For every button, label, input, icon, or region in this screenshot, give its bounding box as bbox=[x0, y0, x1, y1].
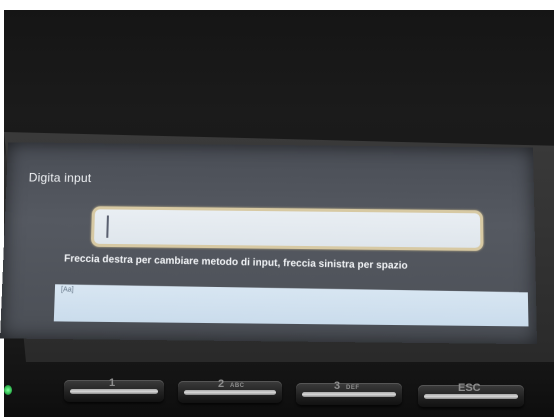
key-shine bbox=[302, 392, 396, 397]
key-3-sublabel: DEF bbox=[346, 385, 360, 391]
screen-title: Digita input bbox=[28, 170, 92, 186]
esc-button[interactable]: ESC bbox=[418, 382, 524, 407]
key-2-label: 2 bbox=[218, 378, 225, 390]
key-1-button[interactable]: 1 bbox=[64, 377, 164, 402]
text-cursor bbox=[106, 215, 109, 238]
key-3-label: 3 bbox=[334, 380, 341, 392]
input-mode-indicator: [Aa] bbox=[60, 286, 74, 294]
key-shine bbox=[424, 394, 518, 399]
text-input-field[interactable] bbox=[90, 206, 484, 251]
esc-key-label: ESC bbox=[458, 382, 481, 394]
key-2-button[interactable]: 2 ABC bbox=[178, 378, 282, 403]
key-3-button[interactable]: 3 DEF bbox=[296, 380, 402, 405]
key-2-sublabel: ABC bbox=[230, 383, 245, 389]
power-led-icon bbox=[4, 385, 12, 395]
input-mode-bar: [Aa] bbox=[54, 284, 529, 326]
key-1-label: 1 bbox=[109, 377, 116, 389]
device-photo: Digita input Freccia destra per cambiare… bbox=[0, 0, 554, 417]
key-shine bbox=[184, 390, 276, 395]
key-shine bbox=[70, 389, 158, 394]
lcd-screen: Digita input Freccia destra per cambiare… bbox=[0, 142, 538, 345]
input-method-hint: Freccia destra per cambiare metodo di in… bbox=[63, 253, 408, 272]
